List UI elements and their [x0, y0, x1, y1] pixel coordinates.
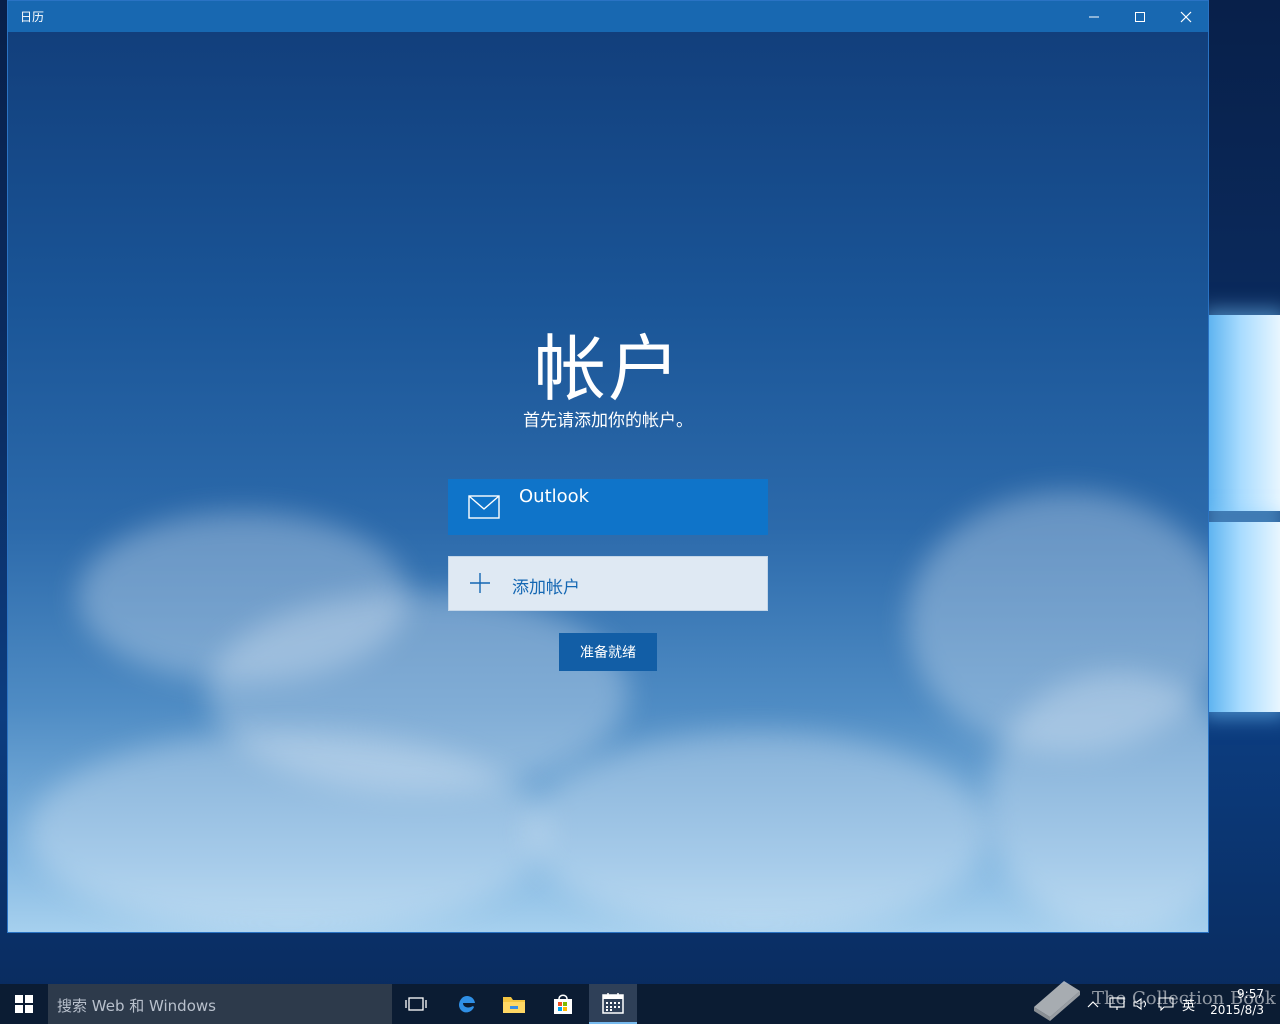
watermark: The Collection Book	[1030, 975, 1280, 1024]
window-titlebar[interactable]: 日历	[8, 1, 1208, 32]
task-view-button[interactable]	[392, 984, 440, 1024]
edge-browser-button[interactable]	[442, 984, 490, 1024]
add-account-button[interactable]: 添加帐户	[448, 556, 768, 611]
store-button[interactable]	[539, 984, 587, 1024]
search-placeholder: 搜索 Web 和 Windows	[57, 997, 216, 1015]
ready-button[interactable]: 准备就绪	[559, 633, 657, 671]
wallpaper-pane	[1209, 522, 1280, 712]
watermark-text: The Collection Book	[1092, 988, 1276, 1009]
file-explorer-button[interactable]	[490, 984, 538, 1024]
wallpaper-pane	[1209, 315, 1280, 511]
maximize-icon	[1135, 11, 1145, 22]
close-icon	[1180, 11, 1192, 22]
page-subtitle: 首先请添加你的帐户。	[523, 411, 693, 431]
minimize-button[interactable]	[1071, 1, 1117, 32]
cloud	[528, 732, 988, 932]
mail-icon	[468, 495, 500, 519]
calendar-window: 日历 帐户 首先请添加你的帐户。 Outlook 添加帐户 准备就绪	[7, 0, 1209, 933]
desktop-wallpaper	[1209, 260, 1280, 720]
plus-icon	[470, 573, 490, 593]
account-outlook[interactable]: Outlook	[448, 479, 768, 535]
account-label: Outlook	[519, 486, 590, 507]
add-account-label: 添加帐户	[512, 578, 580, 598]
calendar-icon	[602, 993, 624, 1014]
edge-icon	[459, 995, 475, 1013]
maximize-button[interactable]	[1117, 1, 1163, 32]
minimize-icon	[1089, 16, 1099, 17]
search-box[interactable]: 搜索 Web 和 Windows	[48, 984, 392, 1024]
windows-logo-icon	[15, 995, 33, 1013]
folder-icon	[503, 997, 525, 1013]
task-view-icon	[405, 997, 427, 1011]
start-button[interactable]	[0, 984, 48, 1024]
window-title: 日历	[20, 10, 45, 24]
book-logo-icon	[1034, 981, 1080, 1021]
close-button[interactable]	[1163, 1, 1209, 32]
store-icon	[554, 994, 572, 1014]
page-title: 帐户	[533, 327, 682, 411]
welcome-pane: 帐户 首先请添加你的帐户。 Outlook 添加帐户 准备就绪	[8, 32, 1208, 932]
cloud	[28, 732, 548, 932]
calendar-app-button[interactable]	[589, 984, 637, 1024]
